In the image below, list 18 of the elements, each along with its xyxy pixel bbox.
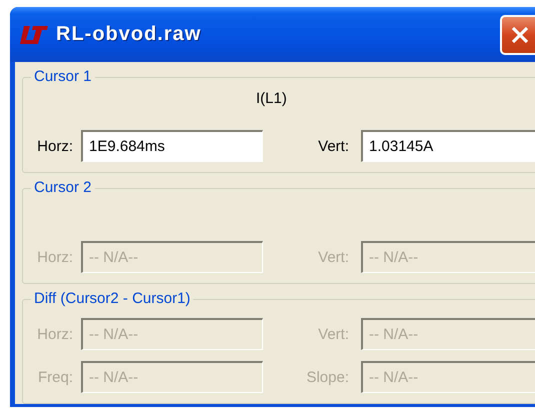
value-field[interactable]: 1E9.684ms xyxy=(81,130,263,162)
window-title: RL-obvod.raw xyxy=(56,23,202,46)
field-label: Freq: xyxy=(36,368,73,386)
field-label: Vert: xyxy=(317,326,349,342)
group-title: Diff (Cursor2 - Cursor1) xyxy=(33,291,192,307)
group-title: Cursor 2 xyxy=(33,180,93,196)
close-icon xyxy=(510,24,530,44)
field-label: Slope: xyxy=(305,368,349,386)
group-title: Cursor 1 xyxy=(33,69,93,85)
trace-name: I(L1) xyxy=(256,90,287,107)
field-label: Horz: xyxy=(36,138,73,154)
field-label: Vert: xyxy=(317,248,349,266)
field-label: Horz: xyxy=(36,248,73,266)
close-button[interactable] xyxy=(500,14,535,54)
value-field[interactable]: 1.03145A xyxy=(361,130,535,162)
field-label: Horz: xyxy=(36,326,73,342)
logo-icon xyxy=(20,24,48,46)
field-label: Vert: xyxy=(317,138,349,154)
